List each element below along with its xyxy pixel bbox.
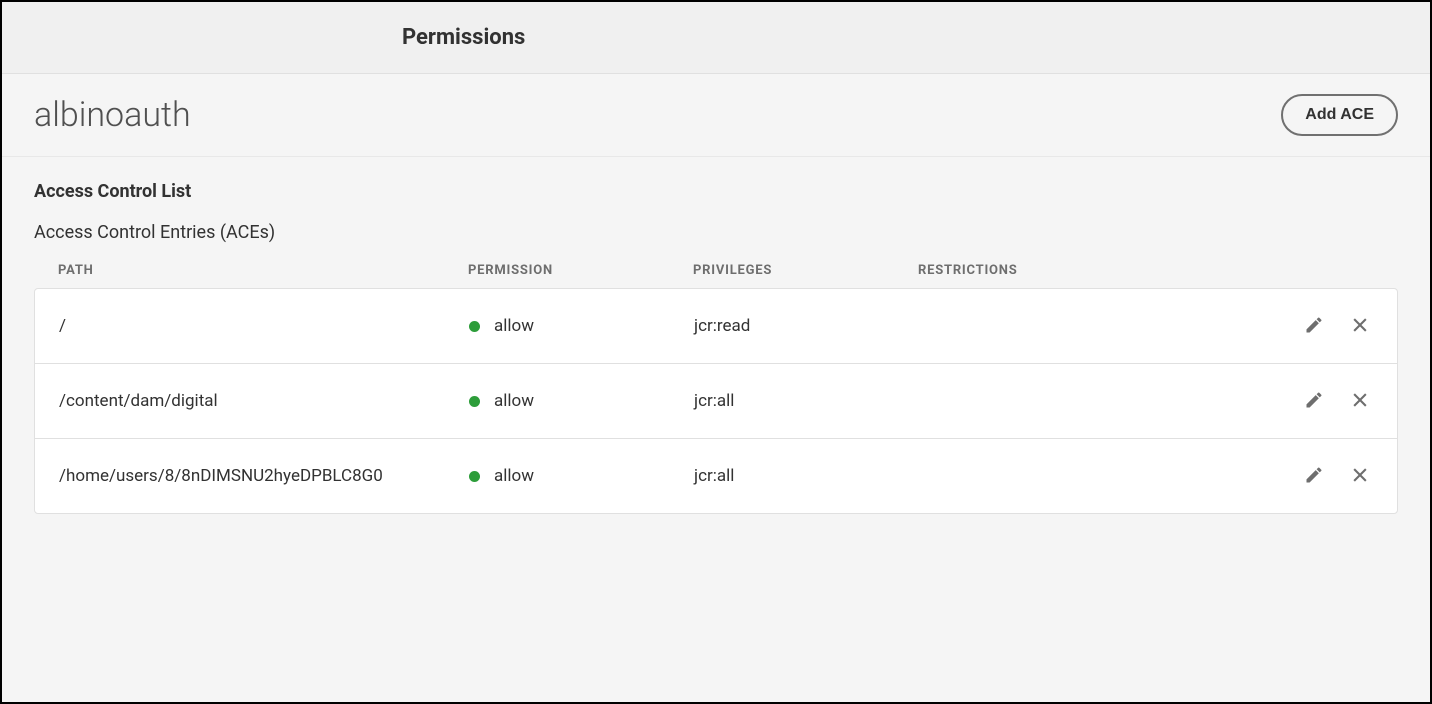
aces-subtitle: Access Control Entries (ACEs) <box>34 222 1398 243</box>
delete-button[interactable] <box>1347 388 1373 414</box>
close-icon <box>1350 390 1370 413</box>
pencil-icon <box>1304 390 1324 413</box>
page-title: Permissions <box>402 25 525 50</box>
delete-button[interactable] <box>1347 313 1373 339</box>
pencil-icon <box>1304 315 1324 338</box>
pencil-icon <box>1304 465 1324 488</box>
cell-privileges: jcr:all <box>694 391 919 411</box>
delete-button[interactable] <box>1347 463 1373 489</box>
edit-button[interactable] <box>1301 388 1327 414</box>
close-icon <box>1350 465 1370 488</box>
status-dot-icon <box>469 396 480 407</box>
edit-button[interactable] <box>1301 313 1327 339</box>
principal-name: albinoauth <box>34 95 191 135</box>
cell-privileges: jcr:read <box>694 316 919 336</box>
cell-permission: allow <box>469 466 694 486</box>
content-area: Access Control List Access Control Entri… <box>2 157 1430 702</box>
col-header-privileges: PRIVILEGES <box>693 263 918 278</box>
cell-path: / <box>59 316 469 336</box>
table-row: /home/users/8/8nDIMSNU2hyeDPBLC8G0 allow… <box>35 439 1397 513</box>
top-bar: Permissions <box>2 2 1430 74</box>
cell-permission: allow <box>469 391 694 411</box>
cell-privileges: jcr:all <box>694 466 919 486</box>
subheader: albinoauth Add ACE <box>2 74 1430 157</box>
permission-label: allow <box>494 391 534 411</box>
status-dot-icon <box>469 471 480 482</box>
permissions-panel: Permissions albinoauth Add ACE Access Co… <box>0 0 1432 704</box>
table-row: / allow jcr:read <box>35 289 1397 364</box>
acl-table-body: / allow jcr:read <box>34 288 1398 514</box>
cell-permission: allow <box>469 316 694 336</box>
cell-path: /home/users/8/8nDIMSNU2hyeDPBLC8G0 <box>59 466 469 486</box>
permission-label: allow <box>494 466 534 486</box>
close-icon <box>1350 315 1370 338</box>
permission-label: allow <box>494 316 534 336</box>
col-header-permission: PERMISSION <box>468 263 693 278</box>
status-dot-icon <box>469 321 480 332</box>
col-header-restrictions: RESTRICTIONS <box>918 263 1264 278</box>
add-ace-button[interactable]: Add ACE <box>1281 94 1398 136</box>
edit-button[interactable] <box>1301 463 1327 489</box>
table-row: /content/dam/digital allow jcr:all <box>35 364 1397 439</box>
cell-path: /content/dam/digital <box>59 391 469 411</box>
col-header-path: PATH <box>58 263 468 278</box>
col-header-actions <box>1264 263 1374 278</box>
table-header: PATH PERMISSION PRIVILEGES RESTRICTIONS <box>34 257 1398 288</box>
acl-section-title: Access Control List <box>34 181 1398 202</box>
